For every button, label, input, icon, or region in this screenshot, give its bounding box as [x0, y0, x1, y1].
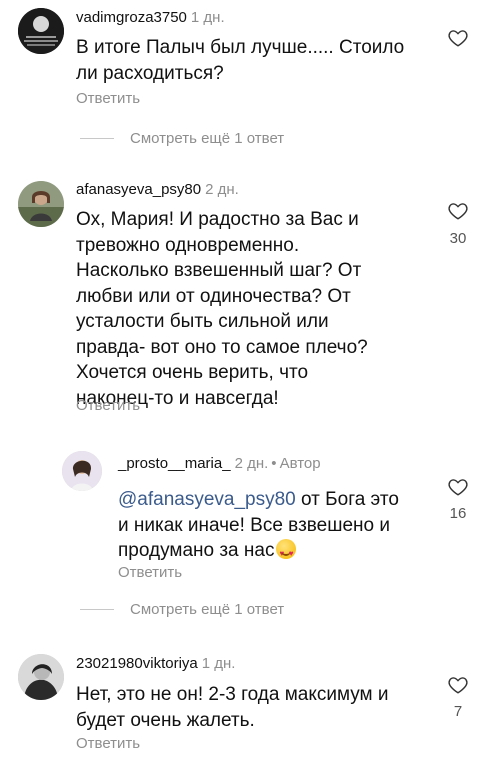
comment-text: @afanasyeva_psy80 от Бога это и никак ин…	[118, 487, 399, 567]
comment-time: 1 дн.	[190, 9, 225, 26]
username[interactable]: _prosto__maria_	[118, 455, 231, 472]
view-more-replies-label: Смотреть ещё 1 ответ	[130, 130, 285, 147]
like-count: 30	[449, 230, 467, 247]
comment-header: afanasyeva_psy80 2 дн.	[76, 181, 239, 198]
separator-dot: •	[271, 455, 277, 472]
heart-outline-icon	[448, 479, 468, 496]
reply-button[interactable]: Ответить	[76, 397, 140, 414]
like-button[interactable]	[447, 674, 469, 696]
comment-header: 23021980viktoriya 1 дн.	[76, 655, 235, 672]
view-more-replies[interactable]: Смотреть ещё 1 ответ	[80, 130, 284, 147]
comment-text-rest: и никак иначе! Все взвешено и продумано …	[118, 514, 390, 562]
divider-line	[80, 138, 114, 139]
avatar-image	[18, 654, 64, 700]
like-count: 16	[449, 505, 467, 522]
comment-text-line1: от Бога это	[295, 489, 399, 510]
avatar[interactable]	[18, 8, 64, 54]
comment-time: 2 дн.	[205, 181, 239, 198]
username[interactable]: 23021980viktoriya	[76, 655, 198, 672]
heart-eyes-emoji-icon	[276, 539, 297, 567]
comment-header: vadimgroza3750 1 дн.	[76, 9, 225, 26]
comment-text: В итоге Палыч был лучше..... Стоило ли р…	[76, 37, 405, 84]
reply-button[interactable]: Ответить	[76, 735, 140, 752]
avatar[interactable]	[18, 654, 64, 700]
comment-text: Ох, Мария! И радостно за Вас и тревожно …	[76, 209, 368, 409]
comment-time: 2 дн.	[234, 455, 269, 472]
avatar-image	[62, 451, 102, 491]
comment-header: _prosto__maria_ 2 дн. • Автор	[118, 455, 321, 472]
author-badge: Автор	[279, 455, 321, 472]
reply-button[interactable]: Ответить	[118, 564, 182, 581]
avatar-image	[18, 8, 64, 54]
comment-text: Нет, это не он! 2-3 года максимум и буде…	[76, 684, 389, 731]
heart-outline-icon	[448, 30, 468, 47]
comment-time: 1 дн.	[201, 655, 236, 672]
avatar-image	[18, 181, 64, 227]
heart-outline-icon	[448, 203, 468, 220]
username[interactable]: afanasyeva_psy80	[76, 181, 201, 198]
like-count: 7	[453, 703, 463, 720]
view-more-replies-label: Смотреть ещё 1 ответ	[130, 601, 285, 618]
like-button[interactable]	[447, 200, 469, 222]
heart-outline-icon	[448, 677, 468, 694]
avatar[interactable]	[18, 181, 64, 227]
divider-line	[80, 609, 114, 610]
username[interactable]: vadimgroza3750	[76, 9, 187, 26]
reply-button[interactable]: Ответить	[76, 90, 140, 107]
like-button[interactable]	[447, 476, 469, 498]
like-button[interactable]	[447, 27, 469, 49]
mention-link[interactable]: @afanasyeva_psy80	[118, 489, 296, 510]
avatar[interactable]	[62, 451, 102, 491]
view-more-replies[interactable]: Смотреть ещё 1 ответ	[80, 601, 284, 618]
